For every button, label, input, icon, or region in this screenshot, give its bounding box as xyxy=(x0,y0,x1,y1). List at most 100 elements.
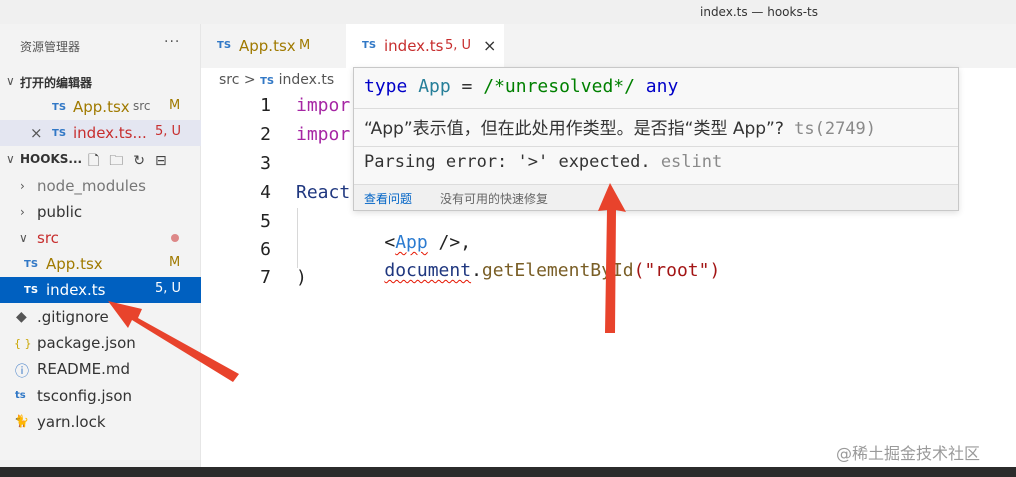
divider xyxy=(354,146,958,147)
json-icon: { } xyxy=(14,337,32,350)
code-line-7: ) xyxy=(296,267,307,288)
typescript-icon: TS xyxy=(52,102,67,113)
open-editor-label: index.ts... xyxy=(73,124,147,142)
git-status-badge: 5, U xyxy=(155,281,182,296)
explorer-header: 资源管理器 xyxy=(20,40,81,54)
more-actions-icon[interactable]: ··· xyxy=(164,34,180,50)
indent-guide xyxy=(297,208,298,268)
close-tab-icon[interactable]: × xyxy=(483,36,496,55)
eslint-error-message: Parsing error: '>' expected. eslint xyxy=(364,152,722,172)
sig-comment: /*unresolved*/ xyxy=(483,76,635,97)
tab-app-tsx[interactable]: TS App.tsx M xyxy=(201,24,346,68)
git-status-badge: M xyxy=(169,255,181,270)
tree-item-label: index.ts xyxy=(46,281,106,299)
code-document: document xyxy=(384,260,472,281)
tab-index-ts[interactable]: TS index.ts 5, U × xyxy=(346,24,504,68)
open-editors-section[interactable]: ∨ 打开的编辑器 xyxy=(0,68,201,94)
chevron-right-icon: › xyxy=(20,179,25,193)
tree-item-readme[interactable]: ⓘ README.md xyxy=(0,356,201,382)
chevron-down-icon: ∨ xyxy=(6,74,15,88)
yarn-icon: 🐈 xyxy=(14,414,29,428)
view-problem-link[interactable]: 查看问题 xyxy=(364,190,412,207)
tree-item-label: node_modules xyxy=(37,177,146,195)
tree-item-label: .gitignore xyxy=(37,308,109,326)
tree-item-index-ts[interactable]: TS index.ts 5, U xyxy=(0,277,201,303)
typescript-icon: TS xyxy=(260,76,275,87)
line-number: 1 xyxy=(260,95,271,116)
breadcrumb-folder[interactable]: src xyxy=(219,72,239,88)
tree-item-package-json[interactable]: { } package.json xyxy=(0,330,201,356)
line-number: 3 xyxy=(260,153,271,174)
tab-status: 5, U xyxy=(445,38,472,53)
open-editor-item-index[interactable]: × TS index.ts... 5, U xyxy=(0,120,201,146)
git-status-badge: 5, U xyxy=(155,124,182,139)
explorer-toolbar: 🗋 🗀 ↻ ⊟ xyxy=(88,150,177,174)
info-icon: ⓘ xyxy=(15,364,29,380)
tree-item-app-tsx[interactable]: TS App.tsx M xyxy=(0,251,201,277)
refresh-icon[interactable]: ↻ xyxy=(133,153,145,169)
tree-item-public[interactable]: › public xyxy=(0,199,201,225)
typescript-icon: TS xyxy=(362,40,377,51)
tree-item-src[interactable]: ∨ src xyxy=(0,225,201,251)
error-dot-icon xyxy=(171,234,179,242)
title-bar: index.ts — hooks-ts xyxy=(0,0,1016,24)
line-number: 6 xyxy=(260,239,271,260)
eslint-source: eslint xyxy=(650,152,723,172)
code-line-6: document.getElementById("root") xyxy=(341,239,720,302)
window-title: index.ts — hooks-ts xyxy=(700,5,819,19)
no-quick-fix-text: 没有可用的快速修复 xyxy=(440,192,549,206)
tree-item-label: public xyxy=(37,203,83,221)
ts-error-text: “App”表示值，但在此处用作类型。是否指“类型 App”? xyxy=(364,119,784,139)
tree-item-tsconfig[interactable]: ts tsconfig.json xyxy=(0,383,201,409)
new-file-icon[interactable]: 🗋 xyxy=(88,150,99,174)
breadcrumb: src > TS index.ts xyxy=(219,72,334,88)
line-number: 2 xyxy=(260,124,271,145)
code-line-4: React xyxy=(296,182,351,203)
code-getelementbyid: getElementById xyxy=(481,260,634,281)
chevron-down-icon: ∨ xyxy=(6,152,15,166)
bottom-bar xyxy=(0,467,1016,477)
tree-item-label: src xyxy=(37,229,59,247)
typescript-icon: TS xyxy=(24,285,39,296)
tree-item-label: package.json xyxy=(37,334,136,352)
eslint-error-text: Parsing error: '>' expected. xyxy=(364,152,651,172)
breadcrumb-file[interactable]: index.ts xyxy=(279,72,335,88)
open-editors-title: 打开的编辑器 xyxy=(20,76,93,90)
tree-item-label: tsconfig.json xyxy=(37,387,133,405)
new-folder-icon[interactable]: 🗀 xyxy=(109,150,123,174)
tab-label: App.tsx xyxy=(239,37,296,55)
chevron-down-icon: ∨ xyxy=(19,231,28,245)
tree-item-yarn-lock[interactable]: 🐈 yarn.lock xyxy=(0,409,201,435)
tree-item-node-modules[interactable]: › node_modules xyxy=(0,173,201,199)
open-editor-item-app[interactable]: TS App.tsx src M xyxy=(0,94,201,120)
open-editor-label: App.tsx xyxy=(73,98,130,116)
project-section[interactable]: ∨ HOOKS... 🗋 🗀 ↻ ⊟ xyxy=(0,146,201,172)
hover-actions: 查看问题 没有可用的快速修复 xyxy=(354,184,958,210)
typescript-icon: TS xyxy=(24,259,39,270)
tree-item-gitignore[interactable]: ◆ .gitignore xyxy=(0,304,201,330)
tab-label: index.ts xyxy=(384,37,444,55)
chevron-right-icon: › xyxy=(20,205,25,219)
code-dot: . xyxy=(471,260,482,281)
line-number: 5 xyxy=(260,211,271,232)
hover-tooltip: type App = /*unresolved*/ any “App”表示值，但… xyxy=(353,67,959,211)
hover-signature: type App = /*unresolved*/ any xyxy=(364,76,678,97)
tree-item-label: README.md xyxy=(37,360,131,378)
breadcrumb-separator: > xyxy=(243,72,256,88)
code-line-2: impor xyxy=(296,124,351,145)
typescript-icon: TS xyxy=(217,40,232,51)
editor-tab-bar: TS App.tsx M TS index.ts 5, U × xyxy=(201,24,1016,68)
line-number: 4 xyxy=(260,182,271,203)
tree-item-label: yarn.lock xyxy=(37,413,106,431)
sig-equals: = xyxy=(450,76,484,97)
close-icon[interactable]: × xyxy=(30,124,43,142)
code-args: ("root") xyxy=(633,260,721,281)
tab-status: M xyxy=(299,38,311,53)
typescript-icon: TS xyxy=(52,128,67,139)
line-number: 7 xyxy=(260,267,271,288)
sig-keyword: type xyxy=(364,76,408,97)
tsconfig-icon: ts xyxy=(15,390,26,401)
sig-type: any xyxy=(634,76,679,97)
code-line-1: impor xyxy=(296,95,351,116)
collapse-all-icon[interactable]: ⊟ xyxy=(155,153,167,169)
